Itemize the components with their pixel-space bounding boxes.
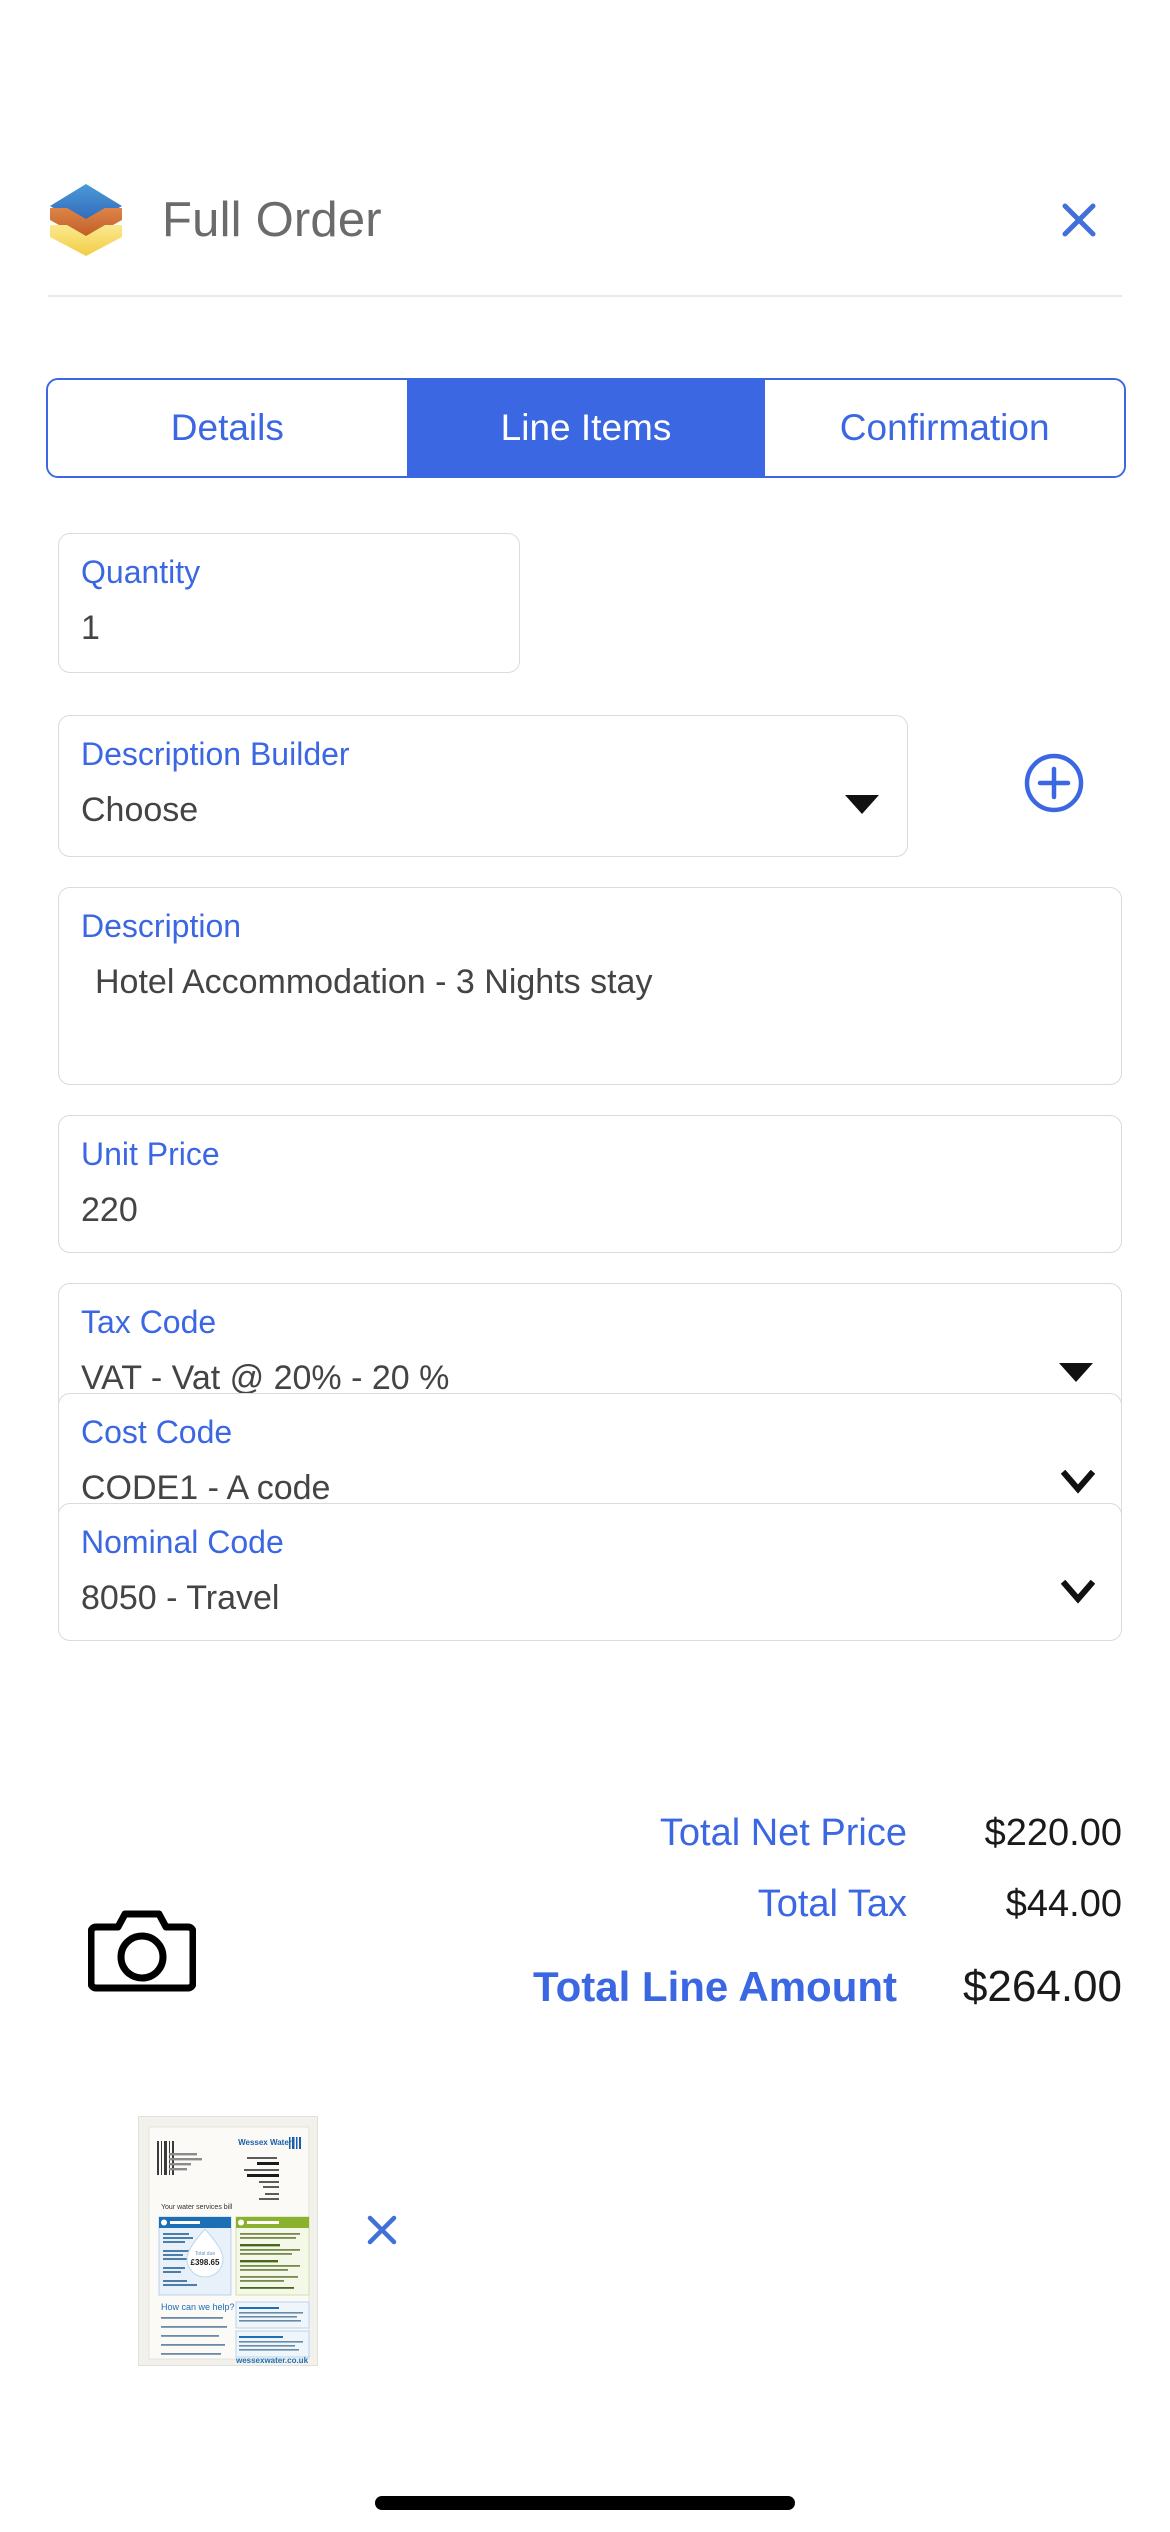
close-button[interactable] (1048, 189, 1110, 251)
header-divider (48, 295, 1122, 297)
stacked-layers-icon (48, 182, 124, 258)
description-builder-value: Choose (81, 791, 199, 829)
total-line-amount-value: $264.00 (962, 1962, 1122, 2011)
nominal-code-value: 8050 - Travel (81, 1579, 280, 1617)
document-thumbnail[interactable]: Wessex Water Your water services bill To… (138, 2116, 318, 2366)
svg-text:£398.65: £398.65 (191, 2258, 220, 2267)
description-builder-label: Description Builder (81, 736, 350, 772)
description-field[interactable]: Description Hotel Accommodation - 3 Nigh… (58, 887, 1122, 1085)
description-builder-select[interactable]: Description Builder Choose (58, 715, 908, 857)
description-value[interactable]: Hotel Accommodation - 3 Nights stay (81, 958, 1099, 1006)
home-indicator (375, 2496, 795, 2510)
close-icon (367, 2215, 397, 2245)
description-label: Description (81, 908, 242, 944)
total-line-amount-label: Total Line Amount (533, 1963, 897, 2010)
cost-code-label: Cost Code (81, 1414, 233, 1450)
total-net-price-row: Total Net Price $220.00 (0, 1812, 1170, 1855)
remove-attachment-button[interactable] (360, 2208, 404, 2252)
quantity-label: Quantity (81, 554, 201, 590)
unit-price-field[interactable]: Unit Price 220 (58, 1115, 1122, 1253)
add-description-button[interactable] (1023, 752, 1085, 814)
quantity-field[interactable]: Quantity 1 (58, 533, 520, 673)
tab-confirmation[interactable]: Confirmation (765, 380, 1124, 476)
total-net-price-label: Total Net Price (659, 1812, 907, 1854)
document-thumbnail-image: Wessex Water Your water services bill To… (139, 2117, 317, 2365)
order-line-items-screen: Full Order Details Line Items Confirmati… (0, 0, 1170, 2532)
chevron-down-icon (1061, 1470, 1095, 1494)
nominal-code-select[interactable]: Nominal Code 8050 - Travel (58, 1503, 1122, 1641)
tab-bar: Details Line Items Confirmation (46, 378, 1126, 478)
camera-button[interactable] (88, 1905, 196, 1993)
triangle-down-icon (845, 794, 879, 814)
svg-text:Total due: Total due (195, 2251, 216, 2257)
tax-code-label: Tax Code (81, 1304, 217, 1340)
total-net-price-amount: $220.00 (984, 1812, 1122, 1854)
plus-circle-icon (1024, 753, 1084, 813)
svg-text:wessexwater.co.uk: wessexwater.co.uk (235, 2356, 309, 2365)
svg-text:How can we help?: How can we help? (161, 2302, 235, 2312)
quantity-value[interactable]: 1 (81, 604, 497, 652)
tab-line-items[interactable]: Line Items (406, 380, 766, 476)
triangle-down-icon (1059, 1362, 1093, 1382)
total-tax-label: Total Tax (757, 1883, 907, 1925)
total-tax-amount: $44.00 (1005, 1883, 1122, 1925)
close-icon (1062, 203, 1096, 237)
attachment-list: Wessex Water Your water services bill To… (138, 2116, 404, 2366)
svg-text:Wessex Water: Wessex Water (238, 2138, 292, 2147)
unit-price-label: Unit Price (81, 1136, 220, 1172)
svg-text:Your water services bill: Your water services bill (161, 2204, 233, 2211)
camera-icon (88, 1910, 196, 1992)
chevron-down-icon (1061, 1580, 1095, 1604)
nominal-code-label: Nominal Code (81, 1524, 284, 1560)
page-title: Full Order (162, 193, 382, 247)
header: Full Order (0, 150, 1170, 290)
unit-price-value[interactable]: 220 (81, 1186, 1099, 1234)
tab-details[interactable]: Details (48, 380, 407, 476)
